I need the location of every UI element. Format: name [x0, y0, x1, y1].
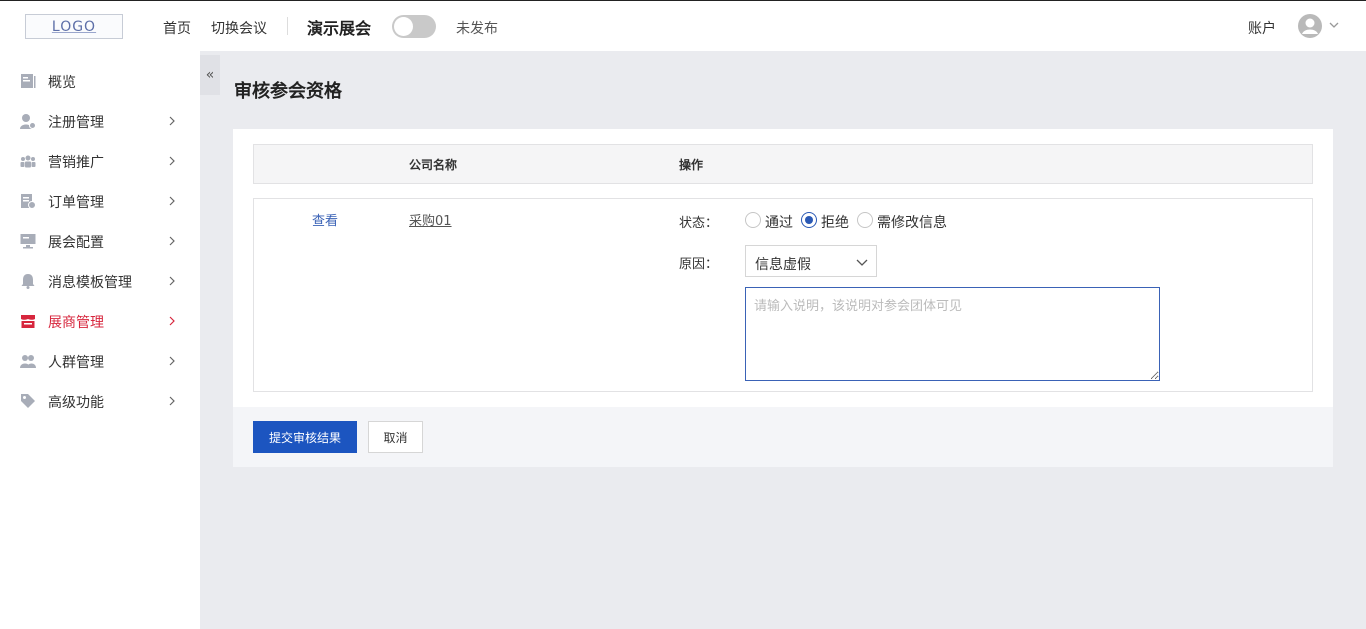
sidebar-item-label: 高级功能: [48, 395, 104, 411]
users-group-icon: [20, 155, 36, 168]
chevron-right-icon: [169, 236, 175, 246]
chevron-right-icon: [169, 156, 175, 166]
order-icon: [21, 194, 36, 209]
sidebar: 概览 注册管理 营销推广 订单管理 展会配置 消息模板管理 展商管理 人群管理 …: [0, 51, 200, 629]
status-label: 状态：: [679, 216, 719, 231]
account-link[interactable]: 账户: [1248, 18, 1276, 38]
review-card: 公司名称 操作 查看 采购01 状态： 通过 拒绝 需修改信息 原因： 信息虚假: [233, 129, 1333, 407]
table-header: 公司名称 操作: [253, 144, 1313, 184]
nav-divider: [287, 17, 288, 35]
sidebar-item-register[interactable]: 注册管理: [0, 101, 200, 141]
sidebar-item-label: 订单管理: [48, 195, 104, 211]
sidebar-item-label: 消息模板管理: [48, 275, 132, 291]
sidebar-item-label: 展商管理: [48, 315, 104, 331]
publish-toggle[interactable]: [392, 15, 436, 38]
status-radio-approve[interactable]: [745, 212, 761, 228]
submit-review-button[interactable]: 提交审核结果: [253, 421, 357, 453]
status-option-label[interactable]: 需修改信息: [877, 212, 947, 232]
status-option-label[interactable]: 拒绝: [821, 212, 849, 232]
column-header-action: 操作: [679, 158, 704, 172]
form-actions: 提交审核结果 取消: [233, 407, 1333, 467]
sidebar-item-label: 营销推广: [48, 155, 104, 171]
sidebar-item-message-templates[interactable]: 消息模板管理: [0, 261, 200, 301]
sidebar-item-advanced[interactable]: 高级功能: [0, 381, 200, 421]
nav-switch-meeting-link[interactable]: 切换会议: [211, 18, 267, 38]
reason-select-value: 信息虚假: [755, 257, 811, 273]
avatar-icon[interactable]: [1298, 14, 1322, 38]
monitor-icon: [20, 234, 36, 249]
status-radio-needs-edit[interactable]: [857, 212, 873, 228]
double-chevron-left-icon: «: [205, 67, 215, 83]
chevron-down-icon: [856, 259, 868, 266]
chevron-right-icon: [169, 316, 175, 326]
column-header-company: 公司名称: [409, 158, 458, 172]
top-header: LOGO 首页 切换会议 演示展会 未发布 账户: [0, 0, 1366, 51]
cancel-button[interactable]: 取消: [368, 421, 423, 453]
event-name: 演示展会: [307, 19, 372, 38]
sidebar-item-exhibitors[interactable]: 展商管理: [0, 301, 200, 341]
sidebar-item-marketing[interactable]: 营销推广: [0, 141, 200, 181]
toggle-knob: [394, 17, 413, 36]
publish-status: 未发布: [456, 21, 498, 37]
sidebar-collapse-button[interactable]: «: [200, 55, 220, 95]
page-title: 审核参会资格: [234, 81, 342, 102]
chevron-right-icon: [169, 116, 175, 126]
sidebar-item-label: 展会配置: [48, 235, 104, 251]
view-link[interactable]: 查看: [312, 210, 338, 229]
chevron-right-icon: [169, 196, 175, 206]
table-row: 查看 采购01 状态： 通过 拒绝 需修改信息 原因： 信息虚假: [253, 198, 1313, 392]
register-user-icon: [20, 114, 36, 129]
overview-icon: [21, 74, 36, 88]
store-icon: [21, 315, 35, 328]
reason-note-textarea[interactable]: [745, 287, 1160, 381]
people-icon: [20, 355, 36, 368]
chevron-right-icon: [169, 356, 175, 366]
status-option-label[interactable]: 通过: [765, 212, 793, 232]
sidebar-item-orders[interactable]: 订单管理: [0, 181, 200, 221]
company-name-link[interactable]: 采购01: [409, 210, 452, 229]
sidebar-item-overview[interactable]: 概览: [0, 61, 200, 101]
sidebar-item-label: 注册管理: [48, 115, 104, 131]
sidebar-item-label: 人群管理: [48, 355, 104, 371]
reason-select[interactable]: 信息虚假: [745, 245, 877, 277]
sidebar-item-expo-config[interactable]: 展会配置: [0, 221, 200, 261]
sidebar-item-label: 概览: [48, 75, 76, 91]
reason-label: 原因：: [679, 257, 719, 272]
status-radio-reject[interactable]: [801, 212, 817, 228]
chevron-right-icon: [169, 276, 175, 286]
tag-icon: [21, 394, 35, 408]
sidebar-item-audience[interactable]: 人群管理: [0, 341, 200, 381]
logo[interactable]: LOGO: [25, 14, 123, 39]
nav-home-link[interactable]: 首页: [163, 18, 191, 38]
chevron-down-icon[interactable]: [1329, 20, 1339, 30]
bell-icon: [21, 274, 35, 289]
chevron-right-icon: [169, 396, 175, 406]
